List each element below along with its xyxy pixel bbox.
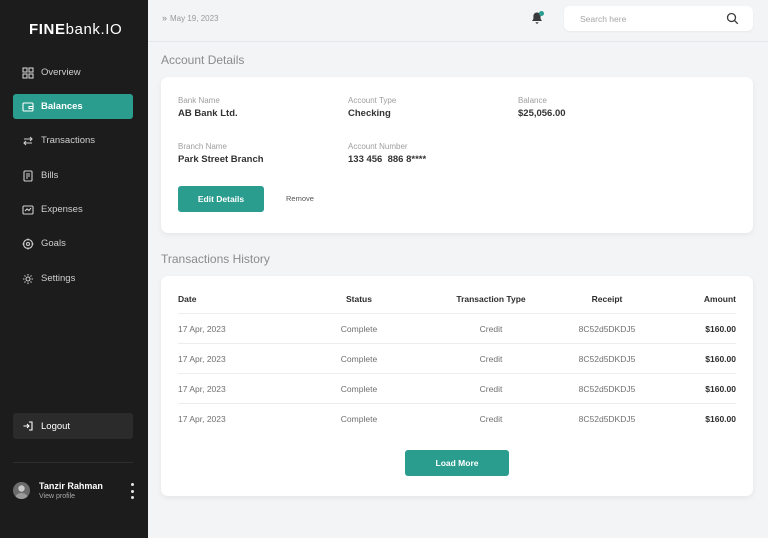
account-type-value: Checking — [348, 108, 391, 119]
sidebar-item-label: Overview — [41, 67, 81, 78]
bank-name-value: AB Bank Ltd. — [178, 108, 238, 119]
bank-name-label: Bank Name — [178, 96, 220, 105]
row-status: Complete — [340, 324, 378, 334]
logout-icon — [22, 420, 34, 432]
sidebar-item-bills[interactable]: Bills — [13, 163, 133, 188]
table-row: 17 Apr, 2023 Complete Credit 8C52d5DKDJ5… — [178, 314, 736, 344]
account-type-field: Account Type Checking — [348, 96, 396, 119]
grid-icon — [22, 66, 34, 79]
notification-dot — [539, 11, 544, 16]
balance-value: $25,056.00 — [518, 108, 566, 119]
branch-name-value: Park Street Branch — [178, 154, 264, 165]
row-date: 17 Apr, 2023 — [178, 384, 226, 394]
sidebar-item-overview[interactable]: Overview — [13, 60, 133, 85]
transactions-history-title: Transactions History — [161, 252, 270, 266]
row-status: Complete — [340, 414, 378, 424]
row-amount: $160.00 — [705, 324, 736, 334]
account-details-title: Account Details — [161, 53, 245, 67]
column-header-receipt: Receipt — [591, 294, 623, 304]
sidebar-item-goals[interactable]: Goals — [13, 231, 133, 256]
top-header: » May 19, 2023 — [148, 0, 768, 42]
current-date: May 19, 2023 — [170, 13, 219, 23]
bank-name-field: Bank Name AB Bank Ltd. — [178, 96, 238, 119]
row-amount: $160.00 — [705, 354, 736, 364]
gear-icon — [22, 273, 34, 285]
load-more-button[interactable]: Load More — [405, 450, 509, 476]
branch-name-label: Branch Name — [178, 142, 227, 151]
row-date: 17 Apr, 2023 — [178, 414, 226, 424]
avatar[interactable] — [13, 482, 30, 499]
sidebar-item-label: Expenses — [41, 204, 83, 215]
column-header-status: Status — [346, 294, 372, 304]
profile-name: Tanzir Rahman — [39, 481, 103, 491]
table-header: Date Status Transaction Type Receipt Amo… — [178, 284, 736, 314]
sidebar-item-label: Transactions — [41, 135, 96, 146]
view-profile-link[interactable]: View profile — [39, 493, 75, 500]
bill-icon — [22, 169, 34, 182]
row-amount: $160.00 — [705, 384, 736, 394]
column-header-amount: Amount — [703, 294, 736, 304]
swap-arrows-icon — [22, 135, 34, 147]
wallet-icon — [22, 101, 34, 113]
row-date: 17 Apr, 2023 — [178, 354, 226, 364]
row-receipt[interactable]: 8C52d5DKDJ5 — [567, 344, 647, 374]
sidebar-item-label: Bills — [41, 170, 59, 181]
table-row: 17 Apr, 2023 Complete Credit 8C52d5DKDJ5… — [178, 374, 736, 404]
row-transaction-type: Credit — [479, 324, 503, 334]
notification-bell-icon[interactable] — [530, 11, 544, 25]
balance-field: Balance $25,056.00 — [518, 96, 566, 119]
user-profile[interactable]: Tanzir Rahman View profile — [13, 480, 138, 504]
brand-logo: FINEbank.IO — [29, 21, 123, 38]
search-bar[interactable] — [564, 6, 753, 31]
row-transaction-type: Credit — [479, 354, 503, 364]
account-number-label: Account Number — [348, 142, 408, 151]
breadcrumb: » May 19, 2023 — [162, 13, 219, 23]
account-number-field: Account Number 133 456 886 8**** — [348, 142, 426, 165]
more-options-icon[interactable] — [128, 483, 136, 499]
search-input[interactable] — [580, 12, 720, 25]
row-date: 17 Apr, 2023 — [178, 324, 226, 334]
sidebar-item-label: Settings — [41, 273, 76, 284]
sidebar-item-transactions[interactable]: Transactions — [13, 128, 133, 153]
column-header-date: Date — [178, 294, 197, 304]
expenses-icon — [22, 204, 34, 216]
double-chevron-right-icon[interactable]: » — [162, 13, 167, 23]
column-header-transaction-type: Transaction Type — [456, 294, 526, 304]
logout-label: Logout — [41, 420, 71, 432]
sidebar: FINEbank.IO Overview Balances Transactio… — [0, 0, 148, 538]
sidebar-item-label: Goals — [41, 238, 66, 249]
search-icon[interactable] — [726, 12, 739, 25]
logout-button[interactable]: Logout — [13, 413, 133, 439]
row-transaction-type: Credit — [479, 384, 503, 394]
sidebar-item-label: Balances — [41, 101, 83, 112]
account-type-label: Account Type — [348, 96, 397, 105]
sidebar-item-balances[interactable]: Balances — [13, 94, 133, 119]
sidebar-divider — [13, 462, 133, 463]
row-transaction-type: Credit — [479, 414, 503, 424]
transactions-history-card: Date Status Transaction Type Receipt Amo… — [161, 276, 753, 496]
remove-button[interactable]: Remove — [286, 194, 314, 203]
row-amount: $160.00 — [705, 414, 736, 424]
account-number-value: 133 456 886 8**** — [348, 154, 427, 165]
balance-label: Balance — [518, 96, 547, 105]
table-row: 17 Apr, 2023 Complete Credit 8C52d5DKDJ5… — [178, 404, 736, 434]
branch-name-field: Branch Name Park Street Branch — [178, 142, 264, 165]
table-row: 17 Apr, 2023 Complete Credit 8C52d5DKDJ5… — [178, 344, 736, 374]
target-icon — [22, 238, 34, 250]
edit-details-button[interactable]: Edit Details — [178, 186, 264, 212]
sidebar-item-settings[interactable]: Settings — [13, 266, 133, 291]
row-status: Complete — [340, 384, 378, 394]
row-receipt[interactable]: 8C52d5DKDJ5 — [567, 404, 647, 434]
row-status: Complete — [340, 354, 378, 364]
row-receipt[interactable]: 8C52d5DKDJ5 — [567, 314, 647, 344]
sidebar-item-expenses[interactable]: Expenses — [13, 197, 133, 222]
row-receipt[interactable]: 8C52d5DKDJ5 — [567, 374, 647, 404]
account-details-card: Bank Name AB Bank Ltd. Account Type Chec… — [161, 77, 753, 233]
